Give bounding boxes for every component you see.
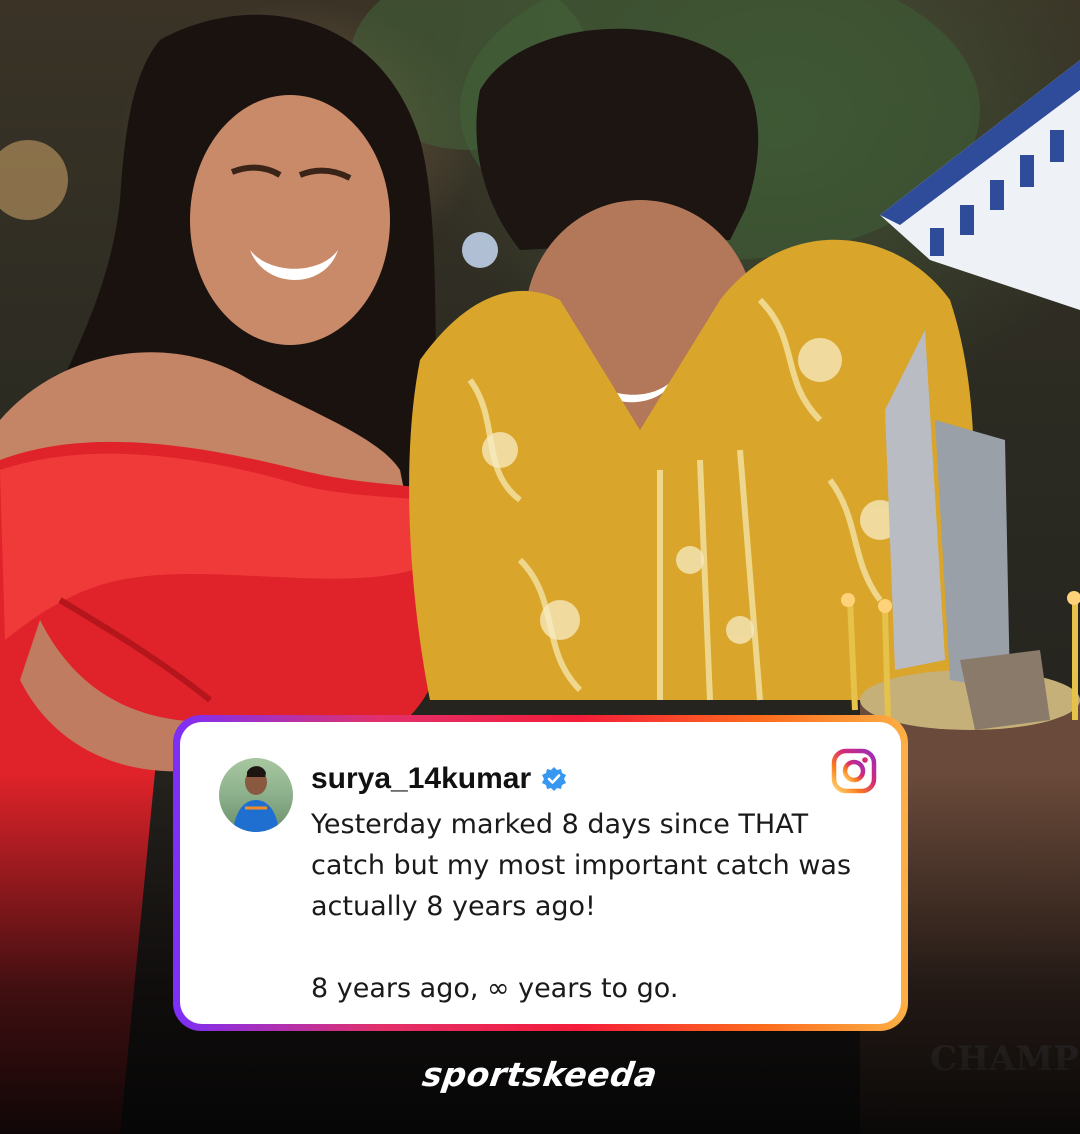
- sportskeeda-logo: sportskeeda: [419, 1055, 661, 1094]
- username[interactable]: surya_14kumar: [311, 762, 567, 796]
- avatar[interactable]: [219, 758, 293, 832]
- post-card-body: surya_14kumar Yesterday marked 8 days si…: [180, 722, 901, 1024]
- caption-line: actually 8 years ago!: [311, 891, 596, 922]
- username-text[interactable]: surya_14kumar: [311, 762, 531, 796]
- caption-line: catch but my most important catch was: [311, 850, 852, 881]
- instagram-post-card: surya_14kumar Yesterday marked 8 days si…: [173, 715, 908, 1031]
- caption-line: Yesterday marked 8 days since THAT: [311, 809, 809, 840]
- caption-line: 8 years ago, ∞ years to go.: [311, 973, 679, 1004]
- verified-badge-icon: [542, 767, 567, 791]
- post-image: CHAMP surya_14kumar: [0, 0, 1080, 1134]
- instagram-icon[interactable]: [831, 748, 877, 794]
- post-caption: Yesterday marked 8 days since THAT catch…: [311, 804, 891, 1009]
